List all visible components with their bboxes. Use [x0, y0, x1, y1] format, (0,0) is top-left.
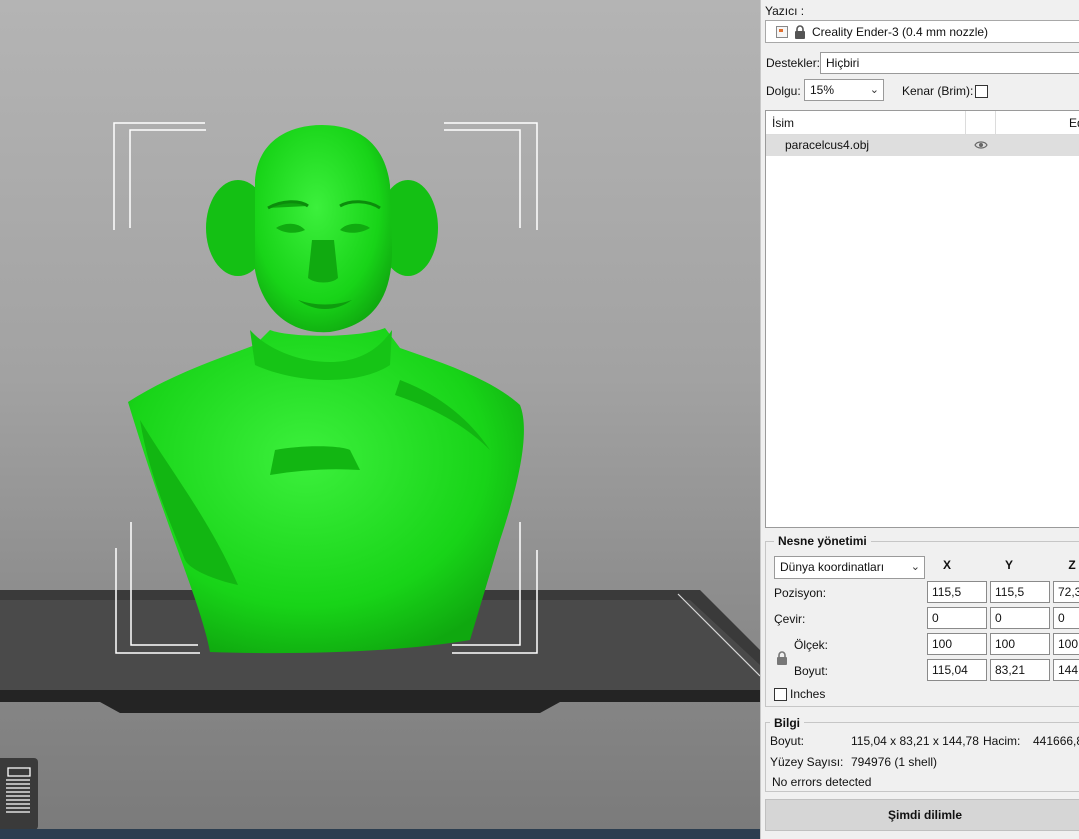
axis-y-header: Y — [1004, 558, 1013, 572]
scale-z-input[interactable]: 100 — [1053, 633, 1079, 655]
printer-label: Yazıcı : — [765, 4, 805, 18]
info-size-value: 115,04 x 83,21 x 144,78 — [851, 734, 979, 748]
slice-now-button[interactable]: Şimdi dilimle — [765, 799, 1079, 831]
inches-label: Inches — [790, 687, 826, 701]
position-z-input[interactable]: 72,39 — [1053, 581, 1079, 603]
object-list: İsim Ed paracelcus4.obj — [765, 110, 1079, 528]
size-label: Boyut: — [794, 664, 829, 678]
coordinate-system-select[interactable]: Dünya koordinatları ⌄ — [774, 556, 925, 579]
position-x-input[interactable]: 115,5 — [927, 581, 987, 603]
info-group: Bilgi Boyut: 115,04 x 83,21 x 144,78 Hac… — [765, 716, 1079, 792]
rotate-x-input[interactable]: 0 — [927, 607, 987, 629]
object-management-group: Nesne yönetimi Dünya koordinatları ⌄ X Y… — [765, 534, 1079, 707]
infill-label: Dolgu: — [766, 84, 801, 98]
infill-value: 15% — [810, 83, 835, 97]
brim-label: Kenar (Brim): — [902, 84, 974, 98]
info-volume-label: Hacim: — [983, 734, 1021, 748]
scale-label: Ölçek: — [794, 638, 829, 652]
column-name-header[interactable]: İsim — [772, 116, 794, 130]
printer-name: Creality Ender-3 (0.4 mm nozzle) — [812, 24, 989, 39]
supports-select[interactable]: Hiçbiri — [820, 52, 1079, 74]
info-volume-value: 441666,8 — [1033, 734, 1079, 748]
lock-icon — [795, 24, 805, 39]
axis-z-header: Z — [1068, 558, 1076, 572]
scale-y-input[interactable]: 100 — [990, 633, 1050, 655]
supports-label: Destekler: — [766, 56, 821, 70]
printer-icon — [776, 25, 788, 38]
printer-selector[interactable]: Creality Ender-3 (0.4 mm nozzle) — [765, 20, 1079, 43]
scale-x-input[interactable]: 100 — [927, 633, 987, 655]
scale-lock-icon[interactable] — [776, 651, 788, 665]
info-errors: No errors detected — [772, 775, 872, 789]
size-y-input[interactable]: 83,21 — [990, 659, 1050, 681]
column-extra-header[interactable]: Ed — [1069, 116, 1079, 130]
scene-render — [0, 122, 760, 713]
info-title: Bilgi — [770, 716, 804, 730]
inches-checkbox[interactable] — [774, 688, 787, 701]
model-bust[interactable] — [128, 125, 524, 654]
infill-select[interactable]: 15% ⌄ — [804, 79, 884, 101]
brim-checkbox[interactable] — [975, 85, 988, 98]
eye-icon[interactable] — [974, 140, 988, 150]
layers-icon — [6, 767, 31, 813]
coordinate-system-value: Dünya koordinatları — [780, 560, 885, 574]
object-list-header: İsim Ed — [766, 111, 1079, 135]
object-name: paracelcus4.obj — [785, 138, 870, 152]
settings-panel: Yazıcı : Creality Ender-3 (0.4 mm nozzle… — [760, 0, 1079, 839]
axis-x-header: X — [942, 558, 951, 572]
size-x-input[interactable]: 115,04 — [927, 659, 987, 681]
rotate-label: Çevir: — [774, 612, 806, 626]
position-y-input[interactable]: 115,5 — [990, 581, 1050, 603]
info-size-label: Boyut: — [770, 734, 805, 748]
size-z-input[interactable]: 144,78 — [1053, 659, 1079, 681]
layers-view-button[interactable] — [0, 758, 38, 830]
rotate-z-input[interactable]: 0 — [1053, 607, 1079, 629]
taskbar-strip — [0, 829, 760, 839]
list-item[interactable]: paracelcus4.obj — [766, 135, 1079, 156]
rotate-y-input[interactable]: 0 — [990, 607, 1050, 629]
info-faces-label: Yüzey Sayısı: — [770, 755, 844, 769]
position-label: Pozisyon: — [774, 586, 827, 600]
object-management-title: Nesne yönetimi — [774, 534, 871, 548]
chevron-down-icon: ⌄ — [869, 84, 879, 96]
3d-viewport[interactable] — [0, 0, 760, 839]
info-faces-value: 794976 (1 shell) — [851, 755, 938, 769]
